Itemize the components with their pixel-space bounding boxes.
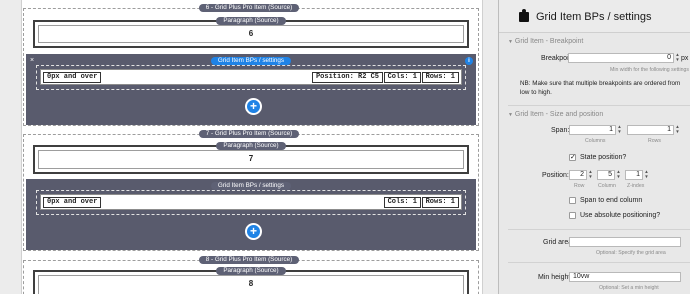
zindex-caption: Z-index xyxy=(627,183,645,189)
grid-area-hint: Optional: Specify the grid area xyxy=(596,250,666,256)
stepper-down-icon[interactable]: ▼ xyxy=(644,174,648,179)
breakpoint-hint: Min width for the following settings xyxy=(610,67,690,73)
stepper-down-icon[interactable]: ▼ xyxy=(675,57,679,62)
columns-caption: Columns xyxy=(585,138,606,144)
grid-item-8[interactable]: Paragraph (Source) 8 xyxy=(23,260,479,294)
bp-settings-tab[interactable]: Grid Item BPs / settings xyxy=(210,57,292,65)
span-columns-input[interactable]: 1 xyxy=(569,125,616,135)
min-height-input[interactable]: 10vw xyxy=(569,272,681,282)
item-6-tab[interactable]: 6 - Grid Plus Pro Item (Source) xyxy=(198,4,300,12)
rows-caption: Rows xyxy=(648,138,661,144)
bp-settings-box[interactable]: 0px and over Position: R2 C5 Cols: 1 Row… xyxy=(36,65,466,90)
disclosure-icon: ▼ xyxy=(508,39,513,45)
state-position-label: State position? xyxy=(580,154,627,161)
min-height-hint: Optional: Set a min height xyxy=(599,285,659,291)
section-breakpoint-header[interactable]: ▼ Grid Item - Breakpoint xyxy=(508,38,583,45)
breakpoint-stepper[interactable]: ▲ ▼ xyxy=(675,52,680,63)
position-column-input[interactable]: 5 xyxy=(597,170,615,180)
stepper-down-icon[interactable]: ▼ xyxy=(617,129,621,134)
bp-row[interactable]: 0px and over Cols: 1 Rows: 1 xyxy=(40,194,462,210)
item-7-tab[interactable]: 7 - Grid Plus Pro Item (Source) xyxy=(198,130,300,138)
layout-canvas: 6 - Grid Plus Pro Item (Source) Paragrap… xyxy=(0,0,498,294)
divider xyxy=(508,262,690,263)
span-label: Span: xyxy=(551,127,570,134)
position-zindex-stepper[interactable]: ▲ ▼ xyxy=(644,169,649,180)
disclosure-icon: ▼ xyxy=(508,112,513,118)
breakpoint-input[interactable]: 0 xyxy=(568,53,674,63)
bp-settings-tab[interactable]: Grid Item BPs / settings xyxy=(210,182,292,190)
position-row-stepper[interactable]: ▲ ▼ xyxy=(588,169,593,180)
paragraph-text[interactable]: 6 xyxy=(38,25,464,43)
section-size-header[interactable]: ▼ Grid Item - Size and position xyxy=(508,111,603,118)
rows-chip: Rows: 1 xyxy=(421,197,459,208)
add-bp-button[interactable]: + xyxy=(245,98,262,115)
position-zindex-input[interactable]: 1 xyxy=(625,170,643,180)
paragraph-tab[interactable]: Paragraph (Source) xyxy=(216,17,286,25)
divider xyxy=(508,229,690,230)
state-position-checkbox[interactable] xyxy=(569,153,576,161)
absolute-positioning-checkbox[interactable] xyxy=(569,212,576,219)
breakpoint-chip: 0px and over xyxy=(43,197,102,208)
min-height-label: Min height: xyxy=(538,274,573,281)
bp-settings-box[interactable]: 0px and over Cols: 1 Rows: 1 xyxy=(36,190,466,215)
cols-chip: Cols: 1 xyxy=(383,72,421,83)
breakpoint-chip: 0px and over xyxy=(43,72,102,83)
stepper-down-icon[interactable]: ▼ xyxy=(588,174,592,179)
stepper-down-icon[interactable]: ▼ xyxy=(616,174,620,179)
grid-item-7[interactable]: Paragraph (Source) 7 Grid Item BPs / set… xyxy=(23,134,479,251)
divider xyxy=(508,105,690,106)
stepper-down-icon[interactable]: ▼ xyxy=(675,129,679,134)
paragraph-tab[interactable]: Paragraph (Source) xyxy=(216,267,286,275)
breakpoint-note: NB: Make sure that multiple breakpoints … xyxy=(520,80,681,96)
item-8-tab[interactable]: 8 - Grid Plus Pro Item (Source) xyxy=(198,256,300,264)
paragraph-tab[interactable]: Paragraph (Source) xyxy=(216,142,286,150)
position-column-stepper[interactable]: ▲ ▼ xyxy=(616,169,621,180)
bp-row[interactable]: 0px and over Position: R2 C5 Cols: 1 Row… xyxy=(40,69,462,85)
position-chip: Position: R2 C5 xyxy=(311,72,383,83)
paragraph-text[interactable]: 7 xyxy=(38,150,464,169)
position-label: Position: xyxy=(542,172,569,179)
breakpoint-unit: px xyxy=(681,55,689,62)
span-columns-stepper[interactable]: ▲ ▼ xyxy=(617,124,622,135)
grid-item-bps-container: Grid Item BPs / settings × i 0px and ove… xyxy=(26,54,476,125)
grid-area-input[interactable] xyxy=(569,237,681,247)
add-bp-button[interactable]: + xyxy=(245,223,262,240)
grid-item-6[interactable]: Paragraph (Source) 6 Grid Item BPs / set… xyxy=(23,8,479,126)
grid-item-bps-container: Grid Item BPs / settings 0px and over Co… xyxy=(26,179,476,250)
span-to-end-label: Span to end column xyxy=(580,197,643,204)
row-caption: Row xyxy=(574,183,585,189)
position-row-input[interactable]: 2 xyxy=(569,170,587,180)
settings-panel: Grid Item BPs / settings ▼ Grid Item - B… xyxy=(498,0,690,294)
rows-chip: Rows: 1 xyxy=(421,72,459,83)
span-rows-stepper[interactable]: ▲ ▼ xyxy=(675,124,680,135)
component-icon xyxy=(519,9,529,22)
panel-header: Grid Item BPs / settings xyxy=(499,0,690,33)
cols-chip: Cols: 1 xyxy=(383,197,421,208)
panel-title: Grid Item BPs / settings xyxy=(536,11,652,23)
column-caption: Column xyxy=(598,183,616,189)
paragraph-text[interactable]: 8 xyxy=(38,275,464,294)
absolute-positioning-label: Use absolute positioning? xyxy=(580,212,661,219)
span-rows-input[interactable]: 1 xyxy=(627,125,674,135)
span-to-end-checkbox[interactable] xyxy=(569,197,576,204)
